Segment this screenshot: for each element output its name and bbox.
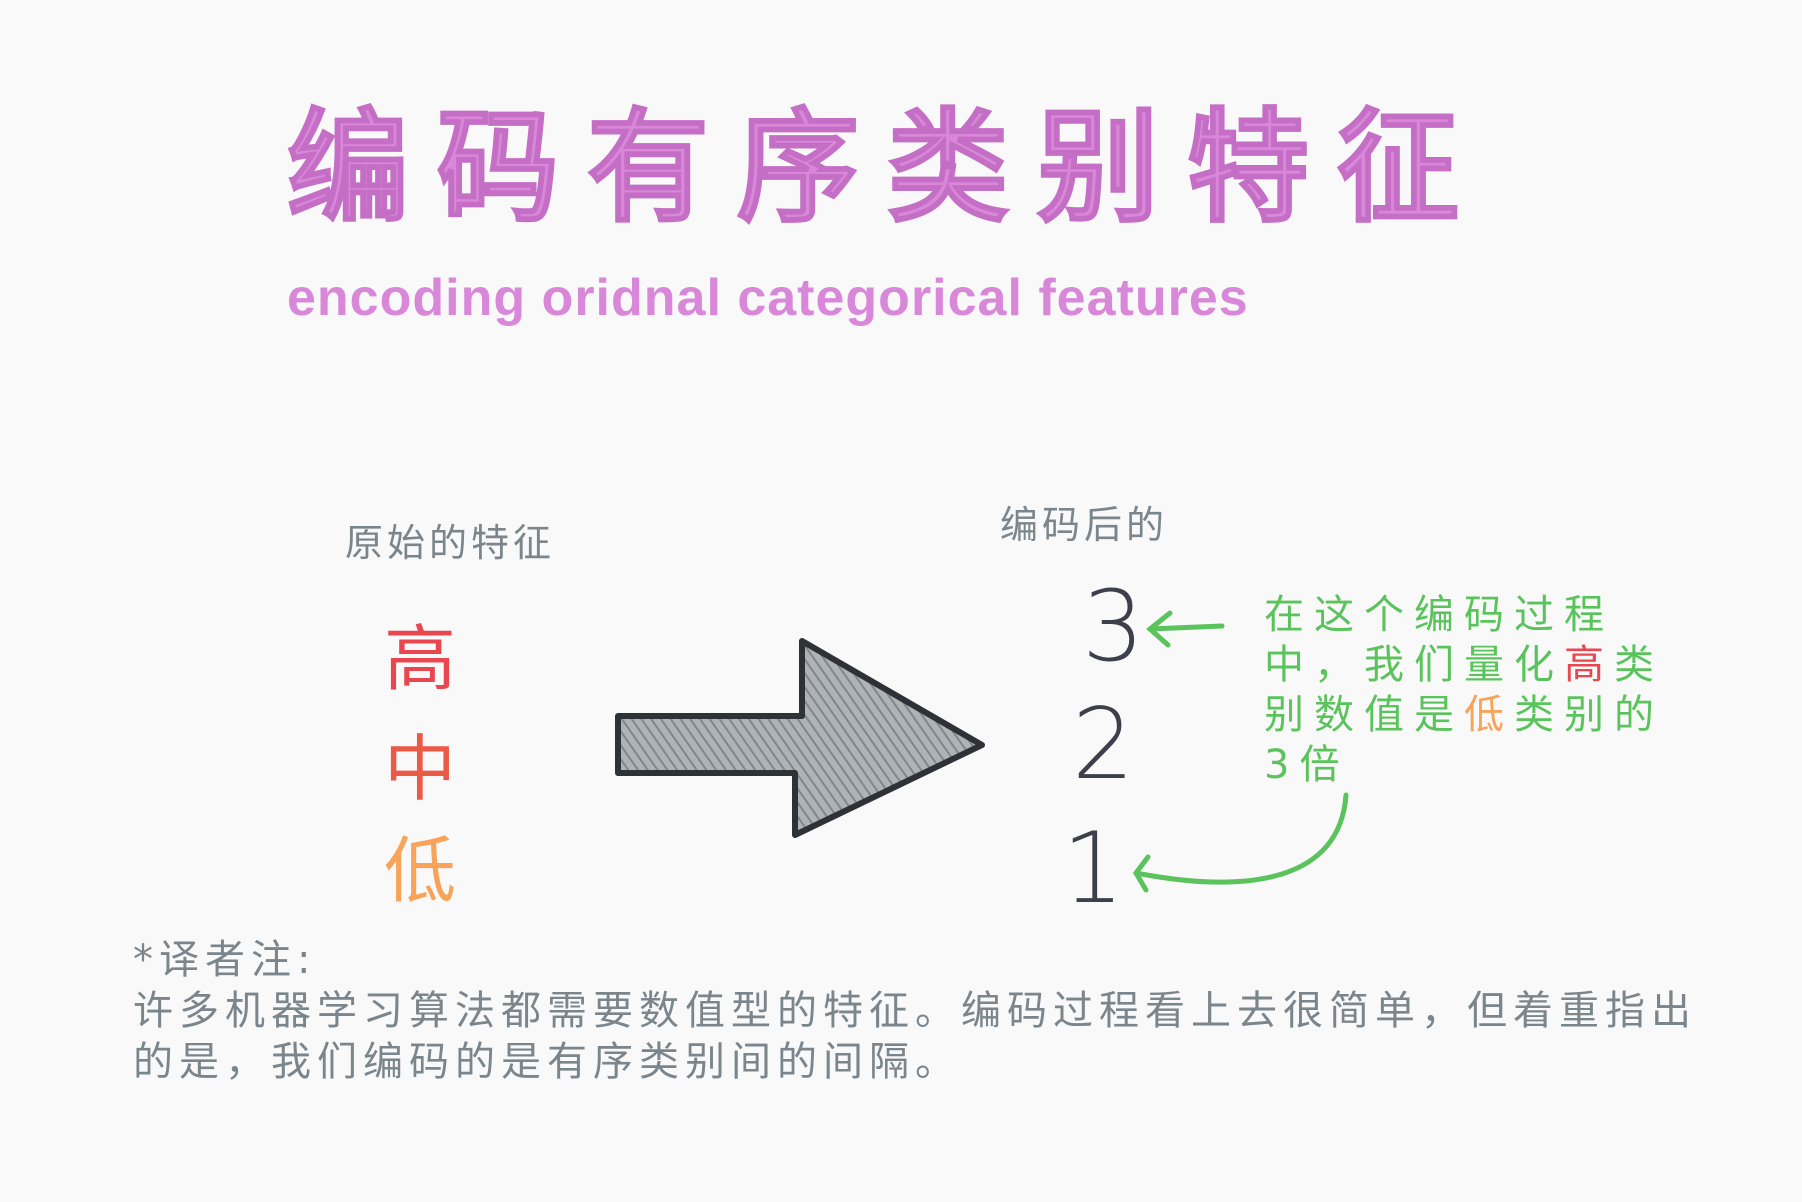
- green-arrow-to-1-icon: [1133, 792, 1349, 893]
- arrow-right-icon: [615, 638, 985, 838]
- translator-note: *译者注: 许多机器学习算法都需要数值型的特征。编码过程看上去很简单，但着重指出…: [133, 935, 1733, 1088]
- encoded-value-1: 1: [1062, 812, 1125, 926]
- explanation-part1: 在这个编码过程中，我们量化: [1264, 592, 1614, 688]
- note-body: 许多机器学习算法都需要数值型的特征。编码过程看上去很简单，但着重指出的是，我们编…: [133, 988, 1697, 1085]
- encoded-value-3: 3: [1082, 570, 1145, 684]
- green-arrow-to-3-icon: [1146, 610, 1225, 648]
- encoded-label: 编码后的: [1000, 503, 1169, 547]
- encoded-value-2: 2: [1072, 688, 1135, 802]
- explanation-low: 低: [1464, 692, 1514, 738]
- explanation-annotation: 在这个编码过程中，我们量化高类别数值是低类别的3倍: [1264, 590, 1664, 790]
- explanation-high: 高: [1564, 642, 1614, 688]
- note-heading: *译者注:: [133, 937, 317, 983]
